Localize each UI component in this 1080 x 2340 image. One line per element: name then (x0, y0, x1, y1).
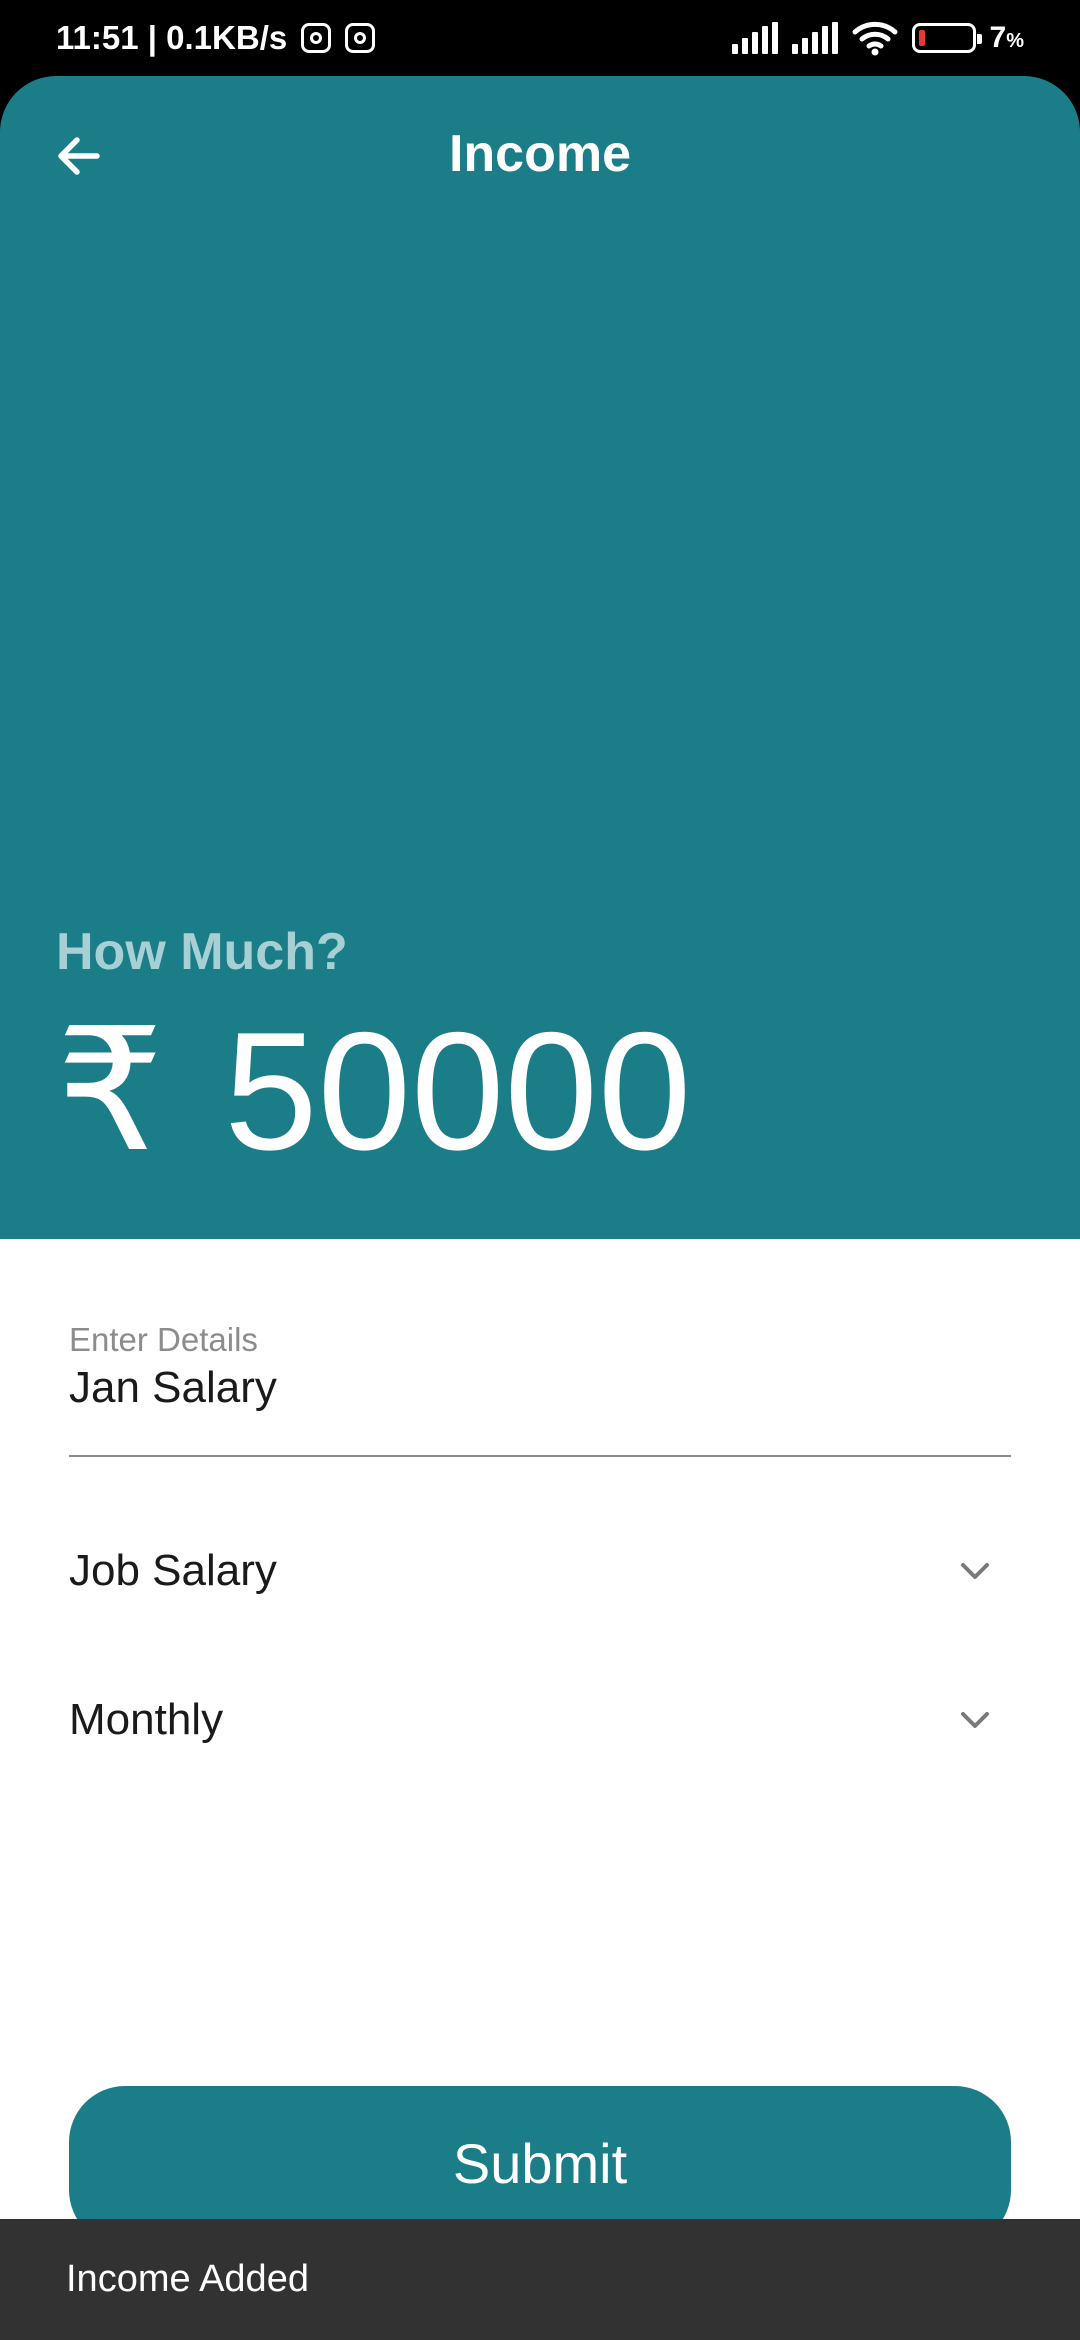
amount-display[interactable]: ₹ 50000 (56, 1006, 691, 1176)
battery-value: 7 (989, 21, 1007, 54)
page-title: Income (448, 125, 632, 183)
snackbar-message: Income Added (66, 2258, 309, 2300)
frequency-dropdown[interactable]: Monthly (69, 1675, 1011, 1765)
instagram-icon (301, 23, 332, 53)
battery-percent: 7% (990, 21, 1024, 55)
status-right: 7% (731, 20, 1024, 56)
category-dropdown[interactable]: Job Salary (69, 1526, 1011, 1616)
signal-icon (731, 22, 778, 54)
details-field[interactable]: Enter Details (69, 1321, 1011, 1457)
amount-prompt: How Much? (56, 923, 348, 981)
amount-value[interactable]: 50000 (224, 1007, 691, 1175)
battery-unit: % (1006, 30, 1024, 52)
signal-icon (791, 22, 838, 54)
currency-symbol: ₹ (56, 996, 165, 1186)
status-bar: 11:51 | 0.1KB/s 7% (0, 0, 1080, 76)
chevron-down-icon (961, 1712, 989, 1728)
details-label: Enter Details (69, 1321, 258, 1358)
status-left: 11:51 | 0.1KB/s (56, 19, 376, 57)
screen: 11:51 | 0.1KB/s 7% Income How Much? ₹ 50… (0, 0, 1080, 2340)
instagram-icon (345, 23, 376, 53)
wifi-icon (852, 21, 898, 56)
category-value: Job Salary (69, 1546, 277, 1595)
frequency-value: Monthly (69, 1695, 224, 1744)
form-content: Enter Details Job Salary Monthly Submit (0, 1239, 1080, 2340)
snackbar: Income Added (0, 2219, 1080, 2340)
chevron-down-icon (961, 1563, 989, 1579)
status-time: 11:51 | 0.1KB/s (56, 19, 288, 56)
income-header: Income How Much? ₹ 50000 (0, 76, 1080, 1239)
battery-icon (911, 23, 982, 53)
details-input[interactable] (69, 1363, 1011, 1413)
